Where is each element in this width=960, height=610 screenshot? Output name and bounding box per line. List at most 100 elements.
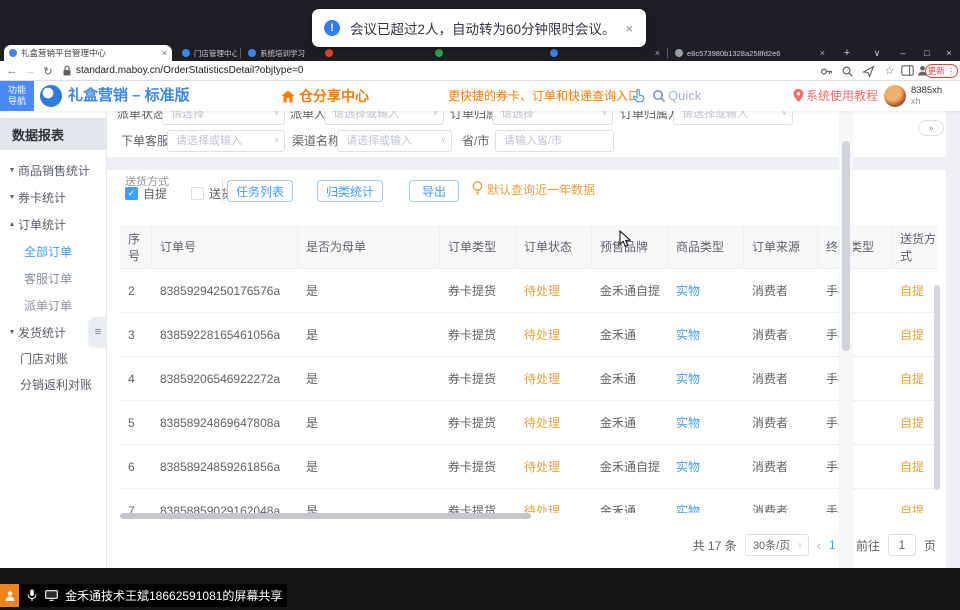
window-close-button[interactable]: × bbox=[940, 45, 958, 61]
export-button[interactable]: 导出 bbox=[409, 180, 459, 202]
dispatcher-select[interactable]: 请选择或输入 ∨ bbox=[324, 111, 444, 125]
new-tab-button[interactable]: + bbox=[840, 46, 854, 60]
toast-close-icon[interactable]: × bbox=[626, 21, 634, 36]
sidebar-collapse-handle[interactable]: ≡ bbox=[89, 317, 107, 347]
key-icon[interactable] bbox=[820, 65, 833, 78]
col-goods-type[interactable]: 商品类型 bbox=[668, 225, 744, 268]
side-panel-icon[interactable] bbox=[901, 65, 914, 78]
dispatch-status-select[interactable]: 请选择 ∨ bbox=[162, 111, 285, 125]
cell-index: 7 bbox=[120, 489, 152, 513]
col-is-mother[interactable]: 是否为母单 bbox=[298, 225, 440, 268]
cell-goods-type-link[interactable]: 实物 bbox=[668, 313, 744, 356]
scrollbar-thumb[interactable] bbox=[842, 141, 850, 351]
browser-tab-hidden-1[interactable] bbox=[320, 45, 425, 61]
goto-page-input[interactable] bbox=[888, 534, 916, 556]
cell-status: 待处理 bbox=[516, 445, 592, 488]
back-icon[interactable]: ← bbox=[4, 61, 20, 81]
category-stats-button[interactable]: 归类统计 bbox=[317, 180, 383, 202]
order-owner-side-select[interactable]: 请选择或输入 ∨ bbox=[673, 111, 793, 125]
col-terminal-type[interactable]: 终端类型 bbox=[818, 225, 892, 268]
cell-goods-type-link[interactable]: 实物 bbox=[668, 489, 744, 513]
channel-select[interactable]: 请选择或输入 ∨ bbox=[337, 130, 452, 152]
sidebar-item-product-sales[interactable]: ▼ 商品销售统计 bbox=[0, 157, 107, 184]
col-order-type[interactable]: 订单类型 bbox=[440, 225, 516, 268]
quick-label[interactable]: Quick bbox=[668, 81, 701, 111]
browser-page-scrollbar[interactable] bbox=[839, 111, 853, 568]
cell-delivery: 自提 bbox=[892, 445, 937, 488]
table-row[interactable]: 6 83858924859261856a 是 券卡提货 待处理 金禾通自提 实物… bbox=[120, 445, 937, 489]
tab-close-icon[interactable]: × bbox=[655, 48, 660, 58]
tab-close-icon[interactable]: × bbox=[162, 48, 167, 58]
service-select[interactable]: 请选择或输入 ∨ bbox=[167, 130, 285, 152]
tab-separator bbox=[667, 48, 668, 58]
cell-brand: 金禾通 bbox=[592, 357, 668, 400]
col-index[interactable]: 序号 bbox=[120, 225, 152, 268]
page-size-select[interactable]: 30条/页 ∨ bbox=[745, 534, 809, 556]
chevron-down-icon: ▼ bbox=[6, 167, 18, 174]
chevron-up-icon: ▲ bbox=[6, 221, 18, 228]
quick-search-icon[interactable] bbox=[652, 89, 666, 103]
province-input[interactable]: 请输入省/市 bbox=[495, 130, 614, 152]
tab-search-chevron-icon[interactable]: ∨ bbox=[868, 45, 886, 61]
toast-text: 会议已超过2人，自动转为60分钟限时会议。 bbox=[350, 18, 616, 38]
total-count: 共 17 条 bbox=[693, 537, 737, 554]
zoom-icon[interactable] bbox=[841, 65, 854, 78]
share-center-link[interactable]: 仓分享中心 bbox=[281, 81, 369, 111]
pickup-checkbox[interactable]: ✓ bbox=[125, 187, 138, 200]
forward-icon[interactable]: → bbox=[22, 61, 38, 81]
reload-icon[interactable]: ↻ bbox=[40, 61, 56, 81]
globe-favicon bbox=[675, 49, 683, 57]
url-text[interactable]: standard.maboy.cn/OrderStatisticsDetail?… bbox=[76, 61, 303, 81]
cell-goods-type-link[interactable]: 实物 bbox=[668, 445, 744, 488]
horizontal-scrollbar[interactable] bbox=[120, 513, 531, 519]
province-label: 省/市 bbox=[462, 130, 489, 152]
dispatch-status-label: 派单状态 bbox=[117, 111, 165, 125]
filters-expand-button[interactable]: » bbox=[918, 120, 944, 136]
table-row[interactable]: 4 83859206546922272a 是 券卡提货 待处理 金禾通 实物 消… bbox=[120, 357, 937, 401]
col-delivery-method[interactable]: 送货方式 bbox=[892, 225, 937, 268]
table-row[interactable]: 5 83858924869647808a 是 券卡提货 待处理 金禾通 实物 消… bbox=[120, 401, 937, 445]
cell-goods-type-link[interactable]: 实物 bbox=[668, 357, 744, 400]
sidebar-item-all-orders[interactable]: 全部订单 bbox=[0, 238, 107, 265]
browser-tab-training[interactable]: 系统培训学习 bbox=[243, 45, 315, 61]
task-list-button[interactable]: 任务列表 bbox=[227, 180, 293, 202]
sidebar-item-store-reconciliation[interactable]: 门店对账 bbox=[0, 345, 107, 372]
browser-tab-hidden-2[interactable] bbox=[430, 45, 540, 61]
table-row[interactable]: 2 83859294250176576a 是 券卡提货 待处理 金禾通自提 实物… bbox=[120, 269, 937, 313]
browser-tab-store-admin[interactable]: 门店管理中心 × bbox=[177, 45, 237, 61]
function-nav-toggle[interactable]: 功能 导航 bbox=[0, 81, 34, 111]
browser-tab-gift-admin[interactable]: 礼盒营销平台管理中心 × bbox=[4, 45, 172, 61]
tab-close-icon[interactable]: × bbox=[820, 48, 825, 58]
bookmark-star-icon[interactable]: ☆ bbox=[883, 65, 896, 78]
window-minimize-button[interactable]: – bbox=[894, 45, 912, 61]
user-avatar[interactable] bbox=[884, 85, 906, 107]
delivery-checkbox[interactable] bbox=[191, 187, 204, 200]
order-owner-select[interactable]: 请选择 ∨ bbox=[492, 111, 613, 125]
tutorial-link[interactable]: 系统使用教程 bbox=[806, 81, 878, 111]
prev-page-button[interactable]: ‹ bbox=[817, 538, 821, 553]
cell-order-no: 83859294250176576a bbox=[152, 269, 298, 312]
share-icon[interactable] bbox=[862, 65, 875, 78]
share-participant-icon[interactable] bbox=[0, 584, 19, 607]
sidebar-item-dispatch-orders[interactable]: 派单订单 bbox=[0, 292, 107, 319]
browser-update-button[interactable]: 更新 ⋮ bbox=[925, 64, 958, 78]
sidebar-item-coupon-stats[interactable]: ▼ 券卡统计 bbox=[0, 184, 107, 211]
col-order-source[interactable]: 订单来源 bbox=[744, 225, 818, 268]
col-order-status[interactable]: 订单状态 bbox=[516, 225, 592, 268]
sidebar-item-distribution-rebate[interactable]: 分销返利对账 bbox=[0, 371, 107, 398]
table-row[interactable]: 3 83859228165461056a 是 券卡提货 待处理 金禾通 实物 消… bbox=[120, 313, 937, 357]
table-row[interactable]: 7 83858859029162048a 是 券卡提货 待处理 金禾通 实物 消… bbox=[120, 489, 937, 513]
cell-is-mother: 是 bbox=[298, 269, 440, 312]
browser-tab-hidden-3[interactable]: × bbox=[545, 45, 665, 61]
browser-tab-hash[interactable]: e8c573980b1328a258fd2e6 × bbox=[670, 45, 830, 61]
sidebar-item-label: 客服订单 bbox=[24, 270, 72, 287]
window-maximize-button[interactable]: □ bbox=[918, 45, 936, 61]
sidebar-item-service-orders[interactable]: 客服订单 bbox=[0, 265, 107, 292]
current-page[interactable]: 1 bbox=[829, 538, 836, 552]
cell-goods-type-link[interactable]: 实物 bbox=[668, 269, 744, 312]
vertical-scrollbar[interactable] bbox=[934, 285, 940, 490]
pickup-label[interactable]: 自提 bbox=[143, 185, 167, 202]
cell-goods-type-link[interactable]: 实物 bbox=[668, 401, 744, 444]
sidebar-item-order-stats[interactable]: ▲ 订单统计 bbox=[0, 211, 107, 238]
col-order-no[interactable]: 订单号 bbox=[152, 225, 298, 268]
